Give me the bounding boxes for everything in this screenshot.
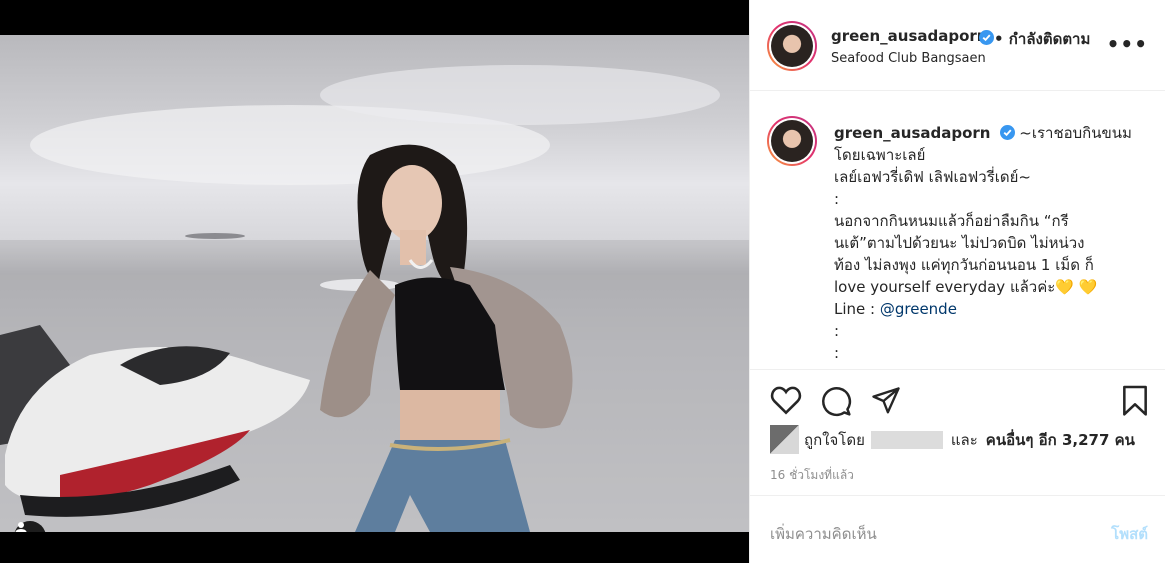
caption-text: green_ausadaporn ~เราชอบกินขนม โดยเฉพาะเ… (834, 122, 1152, 364)
post-caption: green_ausadaporn ~เราชอบกินขนม โดยเฉพาะเ… (750, 92, 1165, 370)
post-photo[interactable] (0, 35, 749, 532)
caption-line: นอกจากกินหนมแล้วก็อย่าลืมกิน “กรี (834, 212, 1069, 230)
share-icon[interactable] (870, 386, 902, 416)
following-button[interactable]: • กำลังติดตาม (994, 27, 1090, 51)
verified-badge-icon (979, 30, 994, 45)
user-tag-icon (15, 522, 27, 532)
add-comment-bar: เพิ่มความคิดเห็น โพสต์ (750, 495, 1165, 563)
photo-illustration (0, 65, 749, 532)
likes-and-label: และ (950, 430, 978, 449)
post-comment-button[interactable]: โพสต์ (1111, 522, 1148, 546)
author-avatar[interactable] (767, 21, 817, 71)
liker-username-blurred[interactable] (870, 430, 943, 449)
caption-line: โดยเฉพาะเลย์ (834, 146, 926, 164)
caption-line: : (834, 344, 840, 362)
liked-by-label: ถูกใจโดย (804, 430, 865, 449)
others-likes-link[interactable]: คนอื่นๆ อีก 3,277 คน (986, 428, 1135, 452)
caption-avatar[interactable] (767, 116, 817, 166)
post-side-panel: green_ausadaporn • กำลังติดตาม Seafood C… (749, 0, 1165, 563)
verified-badge-icon (999, 125, 1015, 140)
post-actions (750, 371, 1165, 419)
caption-line: love yourself everyday แล้วค่ะ (834, 278, 1056, 296)
caption-line: : (834, 322, 840, 340)
bookmark-icon[interactable] (1120, 385, 1150, 417)
yellow-heart-emoji: 💛 💛 (1055, 278, 1098, 296)
caption-username[interactable]: green_ausadaporn (834, 124, 991, 142)
post-media[interactable] (0, 0, 749, 563)
heart-icon[interactable] (770, 385, 802, 415)
caption-line: เลย์เอฟวรี่เดิฟ เลิฟเอฟวรี่เดย์~ (834, 168, 1031, 186)
caption-line: : (834, 190, 840, 208)
comment-icon[interactable] (820, 385, 852, 417)
post-timestamp[interactable]: 16 ชั่วโมงที่แล้ว (770, 466, 854, 485)
author-username[interactable]: green_ausadaporn (831, 27, 988, 45)
caption-line: นเต้”ตามไปด้วยนะ ไม่ปวดบิด ไม่หน่วง (834, 234, 1085, 252)
mention-link[interactable]: @greende (880, 300, 957, 318)
line-label: Line : (834, 300, 880, 318)
post-location[interactable]: Seafood Club Bangsaen (831, 51, 986, 66)
comment-input[interactable]: เพิ่มความคิดเห็น (770, 522, 877, 546)
caption-line: ท้อง ไม่ลงพุง แค่ทุกวันก่อนนอน 1 เม็ด ก็ (834, 256, 1094, 274)
caption-line: ~เราชอบกินขนม (1019, 124, 1132, 142)
more-options-button[interactable]: ••• (1107, 34, 1148, 54)
post-header: green_ausadaporn • กำลังติดตาม Seafood C… (750, 0, 1165, 91)
liker-avatar[interactable] (770, 425, 799, 454)
likes-summary: ถูกใจโดย และ คนอื่นๆ อีก 3,277 คน (770, 425, 1141, 454)
